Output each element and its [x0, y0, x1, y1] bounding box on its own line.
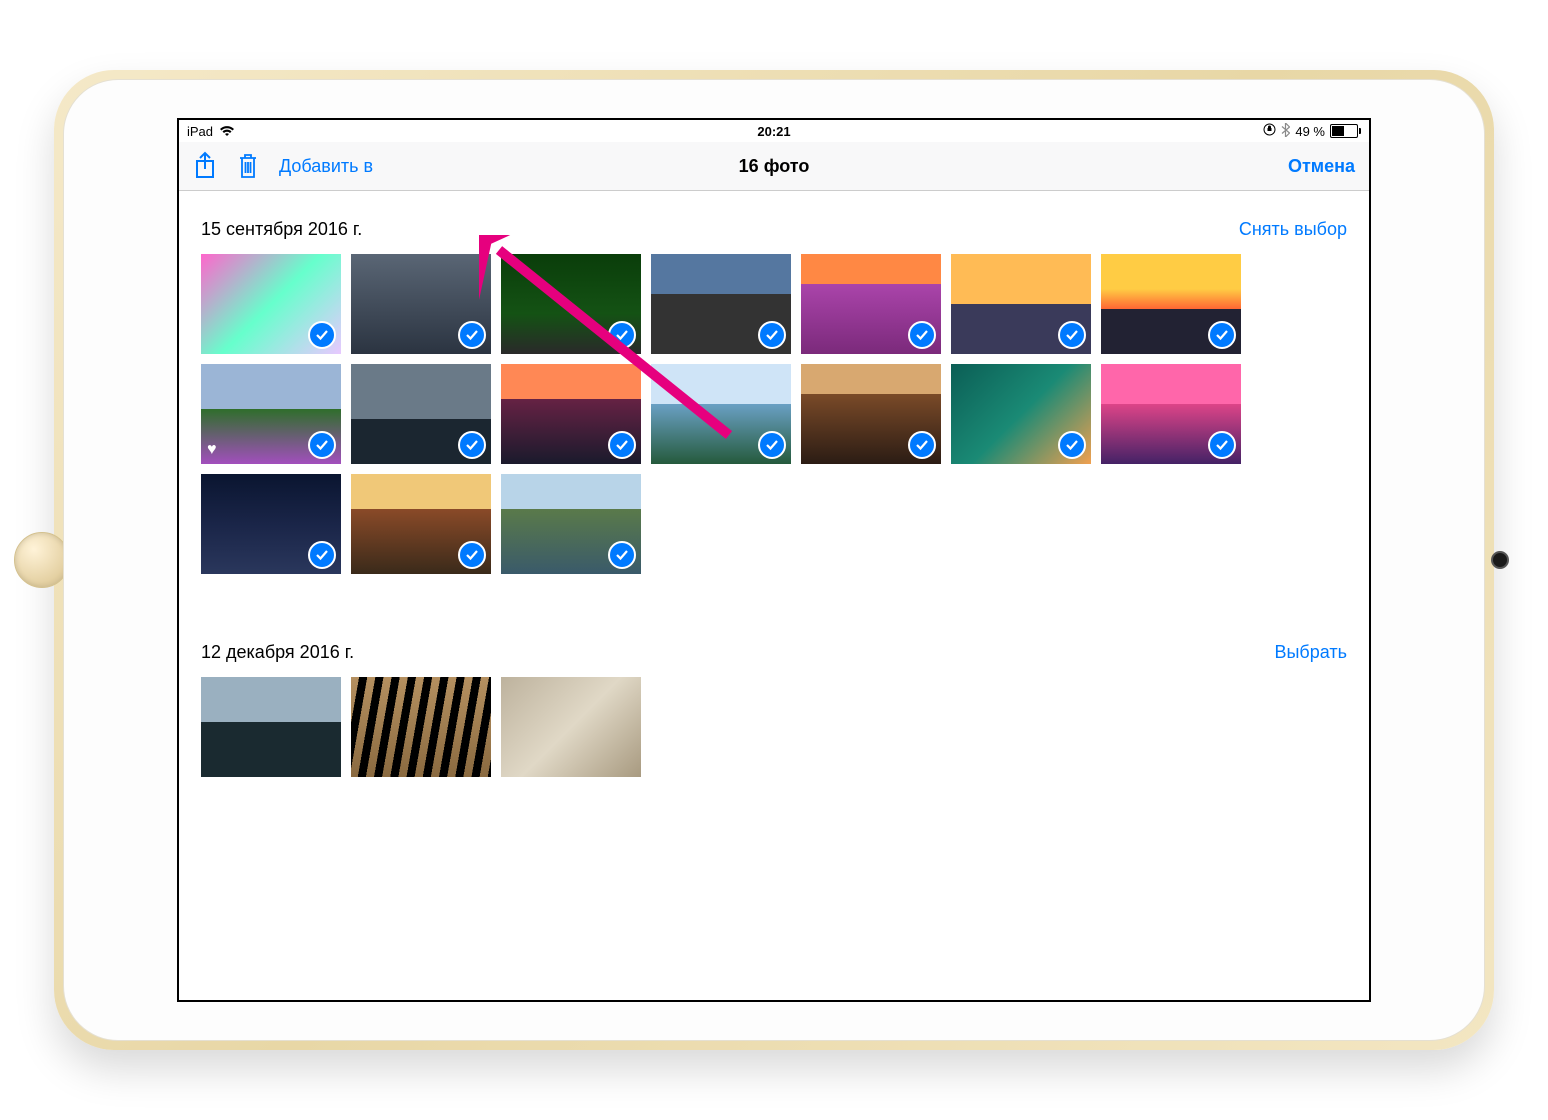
photo-thumbnail[interactable]	[201, 474, 341, 574]
status-time: 20:21	[179, 124, 1369, 139]
wifi-icon	[219, 125, 235, 137]
photo-thumbnail[interactable]	[801, 254, 941, 354]
selected-check-icon	[308, 541, 336, 569]
selected-check-icon	[308, 321, 336, 349]
photo-thumbnail[interactable]	[501, 474, 641, 574]
photo-thumbnail[interactable]: ♥	[201, 364, 341, 464]
ipad-device: iPad 20:21 49 %	[54, 70, 1494, 1050]
battery-percent: 49 %	[1295, 124, 1325, 139]
photo-thumbnail[interactable]	[501, 254, 641, 354]
selected-check-icon	[458, 541, 486, 569]
cancel-button[interactable]: Отмена	[1288, 156, 1355, 177]
selected-check-icon	[608, 321, 636, 349]
photo-grid: ♥	[179, 254, 1369, 614]
bluetooth-icon	[1281, 123, 1290, 140]
photo-thumbnail[interactable]	[951, 254, 1091, 354]
photo-thumbnail[interactable]	[201, 677, 341, 777]
selected-check-icon	[758, 431, 786, 459]
photo-thumbnail[interactable]	[351, 677, 491, 777]
section-header: 12 декабря 2016 г. Выбрать	[179, 614, 1369, 677]
selected-check-icon	[458, 431, 486, 459]
device-label: iPad	[187, 124, 213, 139]
selected-check-icon	[608, 541, 636, 569]
photo-thumbnail[interactable]	[651, 254, 791, 354]
selected-check-icon	[308, 431, 336, 459]
selected-check-icon	[758, 321, 786, 349]
photo-thumbnail[interactable]	[1101, 364, 1241, 464]
trash-button[interactable]	[237, 152, 259, 180]
add-to-button[interactable]: Добавить в	[279, 156, 373, 177]
front-camera	[1491, 551, 1509, 569]
section-header: 15 сентября 2016 г. Снять выбор	[179, 191, 1369, 254]
photo-thumbnail[interactable]	[501, 677, 641, 777]
photo-thumbnail[interactable]	[351, 474, 491, 574]
selected-check-icon	[1058, 321, 1086, 349]
photo-grid	[179, 677, 1369, 817]
section-date: 15 сентября 2016 г.	[201, 219, 362, 240]
photo-content[interactable]: 15 сентября 2016 г. Снять выбор ♥ 12 декабр…	[179, 191, 1369, 1002]
share-button[interactable]	[193, 151, 217, 181]
photo-thumbnail[interactable]	[651, 364, 791, 464]
selected-check-icon	[1058, 431, 1086, 459]
battery-icon	[1330, 124, 1361, 138]
selected-check-icon	[908, 431, 936, 459]
photo-thumbnail[interactable]	[951, 364, 1091, 464]
home-button[interactable]	[14, 532, 70, 588]
screen: iPad 20:21 49 %	[177, 118, 1371, 1002]
section-date: 12 декабря 2016 г.	[201, 642, 354, 663]
selected-check-icon	[1208, 431, 1236, 459]
photo-thumbnail[interactable]	[501, 364, 641, 464]
photo-thumbnail[interactable]	[801, 364, 941, 464]
selected-check-icon	[908, 321, 936, 349]
section-action-button[interactable]: Снять выбор	[1239, 219, 1347, 240]
section-action-button[interactable]: Выбрать	[1274, 642, 1347, 663]
nav-bar: Добавить в 16 фото Отмена	[179, 142, 1369, 191]
selected-check-icon	[1208, 321, 1236, 349]
photo-thumbnail[interactable]	[351, 364, 491, 464]
photo-thumbnail[interactable]	[351, 254, 491, 354]
selected-check-icon	[608, 431, 636, 459]
favorite-heart-icon: ♥	[207, 441, 217, 459]
orientation-lock-icon	[1263, 123, 1276, 139]
photo-thumbnail[interactable]	[1101, 254, 1241, 354]
photo-thumbnail[interactable]	[201, 254, 341, 354]
status-bar: iPad 20:21 49 %	[179, 120, 1369, 142]
selected-check-icon	[458, 321, 486, 349]
